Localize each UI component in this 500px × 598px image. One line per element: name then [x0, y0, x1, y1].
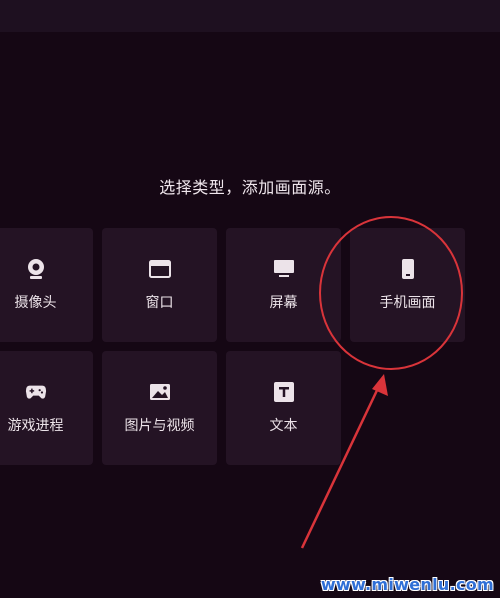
image-icon [149, 381, 171, 403]
text-icon [273, 381, 295, 403]
window-icon [148, 258, 171, 280]
phone-icon [397, 258, 419, 280]
source-tile-screen[interactable]: 屏幕 [226, 228, 341, 342]
app-stage: 选择类型，添加画面源。 摄像头 窗口 屏幕 手机画面 游戏进程 图片与视频 文本… [0, 0, 500, 598]
source-tile-phone[interactable]: 手机画面 [350, 228, 465, 342]
source-label: 窗口 [145, 295, 174, 311]
source-label: 手机画面 [379, 295, 436, 311]
source-tile-image-video[interactable]: 图片与视频 [102, 351, 217, 465]
webcam-icon [25, 258, 47, 280]
source-tile-text[interactable]: 文本 [226, 351, 341, 465]
source-label: 摄像头 [14, 295, 57, 311]
source-type-prompt: 选择类型，添加画面源。 [159, 178, 341, 197]
monitor-icon [273, 258, 295, 280]
source-label: 文本 [269, 418, 298, 434]
source-label: 图片与视频 [124, 418, 195, 434]
source-tile-webcam[interactable]: 摄像头 [0, 228, 93, 342]
top-bar [0, 0, 500, 32]
source-label: 屏幕 [269, 295, 298, 311]
source-tile-game[interactable]: 游戏进程 [0, 351, 93, 465]
watermark: www.miwenlu.com [320, 575, 494, 594]
source-label: 游戏进程 [7, 418, 64, 434]
gamepad-icon [25, 381, 47, 403]
source-tile-window[interactable]: 窗口 [102, 228, 217, 342]
